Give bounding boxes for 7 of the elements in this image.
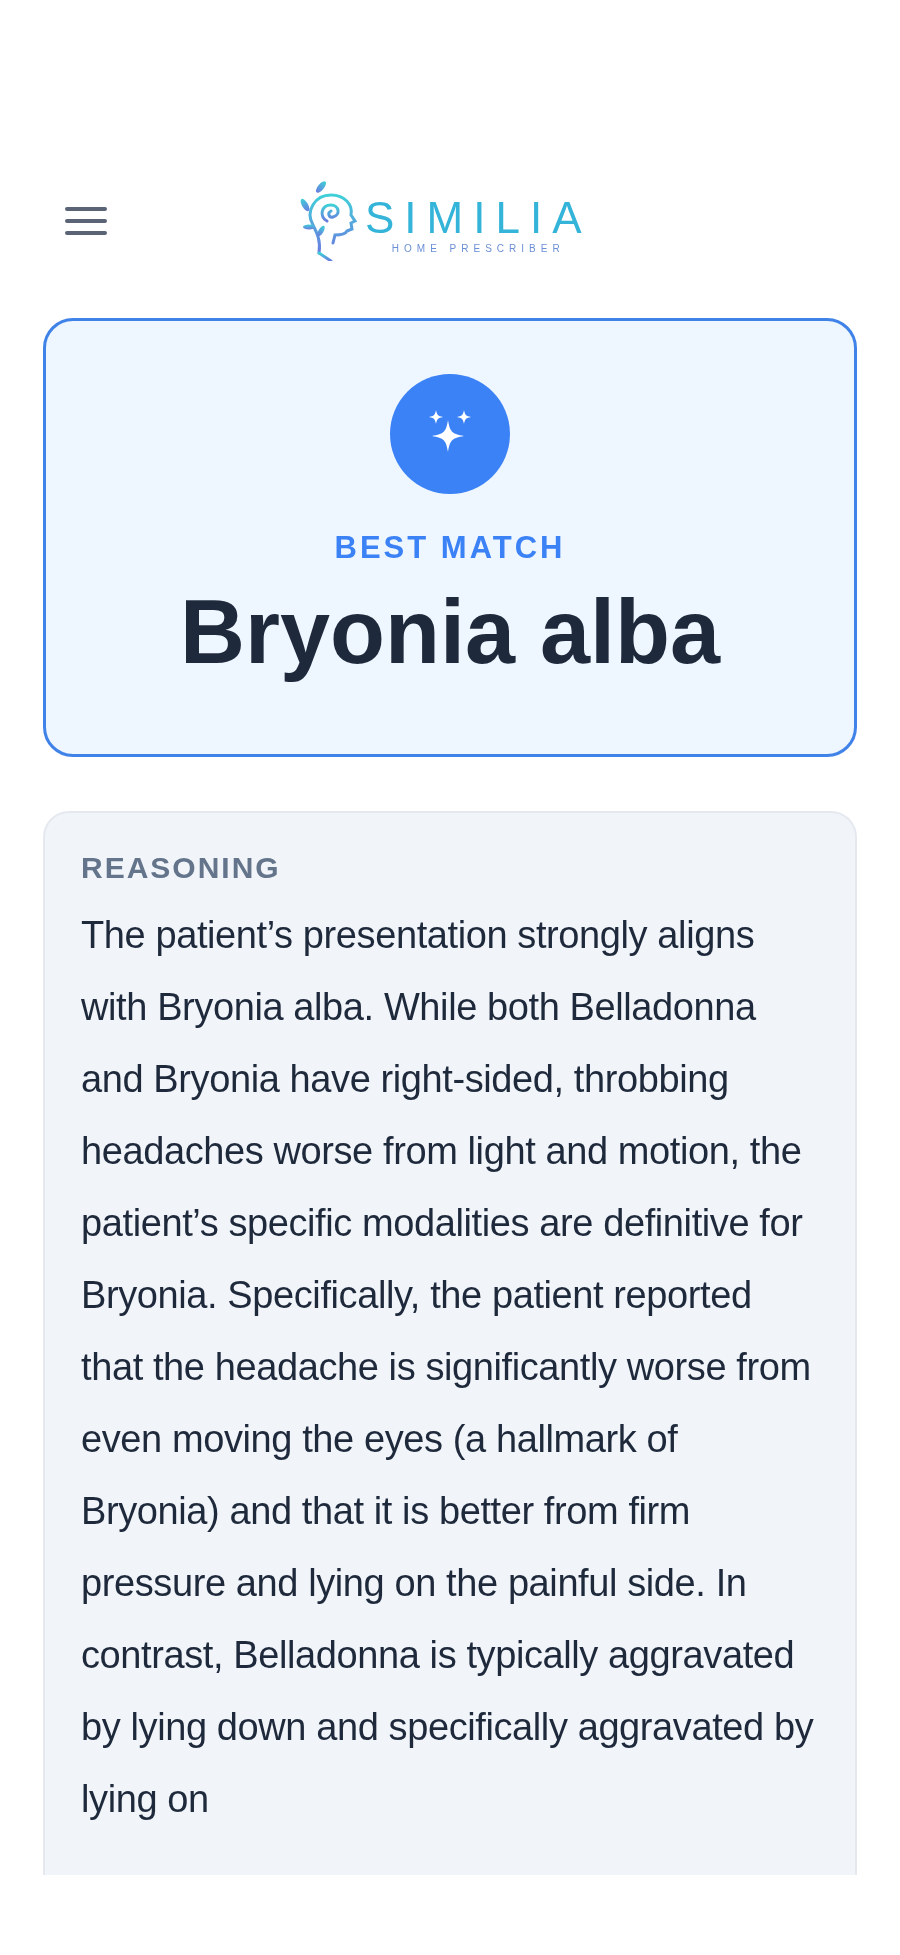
remedy-name: Bryonia alba — [179, 582, 721, 682]
logo-subtitle: HOME PRESCRIBER — [391, 243, 565, 254]
best-match-label: BEST MATCH — [334, 530, 566, 566]
logo-title: SIMILIA — [365, 195, 592, 241]
reasoning-label: REASONING — [81, 851, 282, 885]
reasoning-paragraph: The patient’s presentation strongly aligns with Bryonia alba. While both Belladonna and Bryonia have right-sided, throbbing headaches worse from light and motion, the patient’s specific modalities are definitive for Bryonia. Specifically, the patient reported that the headache is significantly worse from even moving the eyes (a hallmark of Bryonia) and that it is better from firm pressure and lying on the painful side. In contrast, Belladonna is typically aggravated by lying down and specifically aggravated by lying on — [81, 913, 815, 1822]
menu-icon[interactable] — [65, 206, 107, 236]
